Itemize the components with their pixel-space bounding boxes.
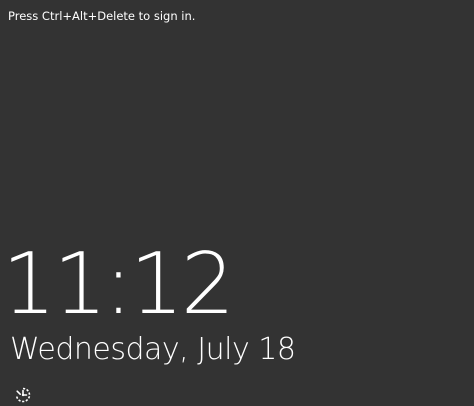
lock-screen: Press Ctrl+Alt+Delete to sign in. 11:12 … <box>0 0 474 406</box>
signin-hint-text: Press Ctrl+Alt+Delete to sign in. <box>8 9 196 23</box>
clock-time: 11:12 <box>2 235 235 334</box>
ease-of-access-icon[interactable] <box>14 386 32 404</box>
clock-date: Wednesday, July 18 <box>10 332 296 367</box>
